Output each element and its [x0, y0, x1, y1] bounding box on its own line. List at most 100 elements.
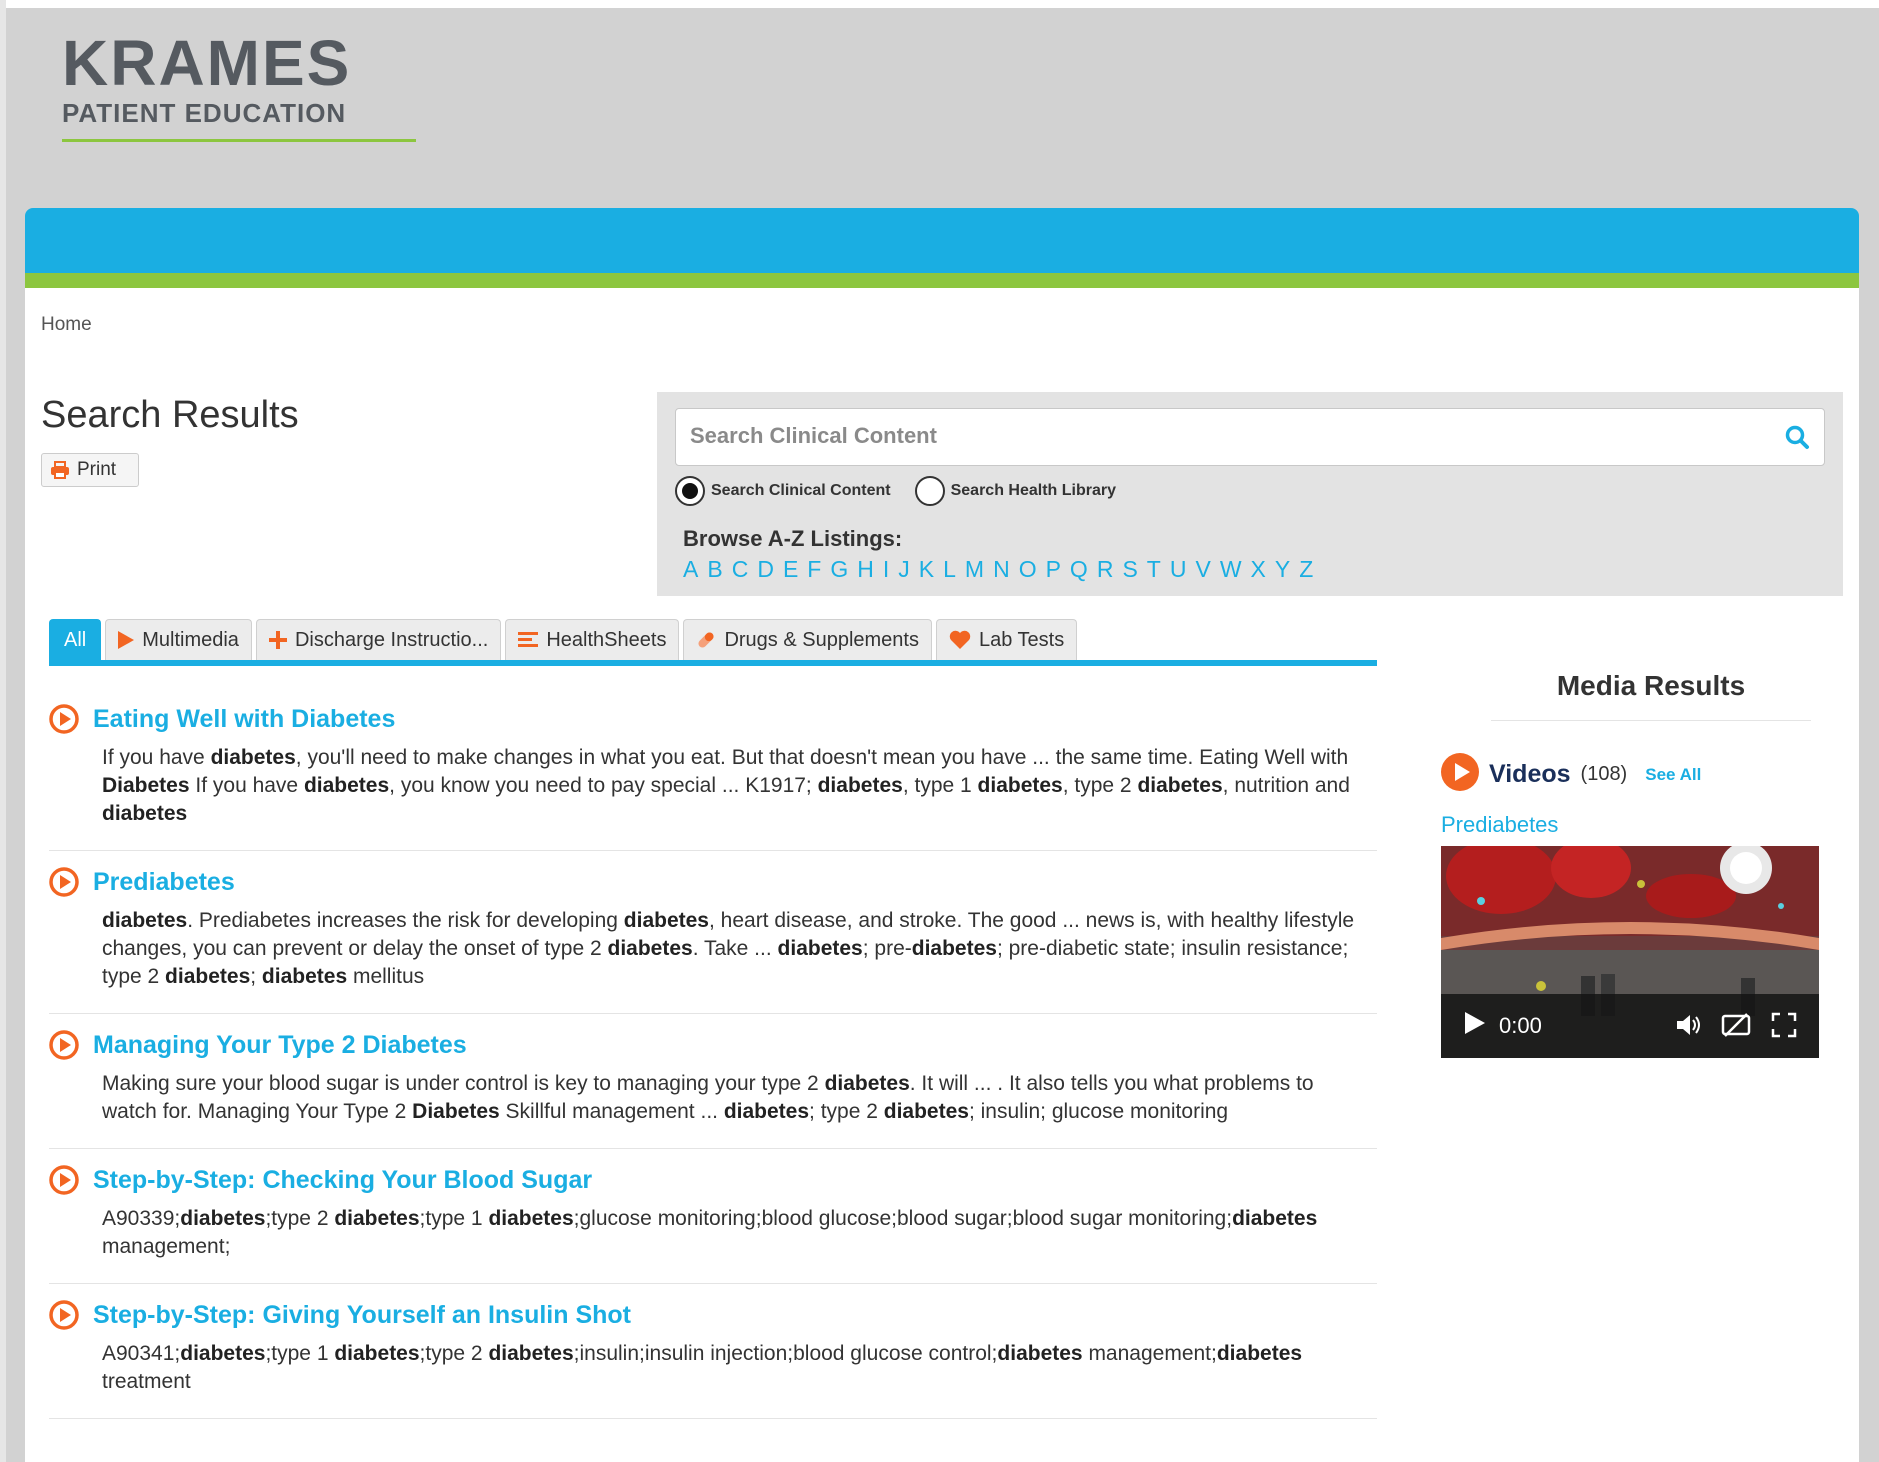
snippet-text: A90341;: [102, 1342, 181, 1365]
snippet-text: ;type 1: [265, 1342, 335, 1365]
videos-count: (108): [1580, 763, 1628, 785]
video-player[interactable]: 0:00: [1441, 846, 1819, 1058]
az-letter-d[interactable]: D: [757, 556, 774, 583]
result-snippet: A90341;diabetes;type 1 diabetes;type 2 d…: [102, 1340, 1364, 1396]
plus-icon: [268, 631, 287, 649]
radio-search-clinical[interactable]: [675, 476, 705, 506]
az-letter-b[interactable]: B: [707, 556, 722, 583]
result-snippet: diabetes. Prediabetes increases the risk…: [102, 907, 1364, 991]
snippet-highlight: diabetes: [1232, 1207, 1318, 1230]
result-header: Prediabetes: [49, 867, 1377, 897]
az-letter-e[interactable]: E: [783, 556, 798, 583]
tab-drugs-supplements[interactable]: Drugs & Supplements: [683, 619, 932, 660]
video-time: 0:00: [1499, 1013, 1542, 1038]
az-letter-l[interactable]: L: [943, 556, 956, 583]
az-letter-k[interactable]: K: [919, 556, 934, 583]
left-strip: [0, 0, 6, 1462]
play-circle-icon[interactable]: [49, 867, 79, 897]
printer-icon: [50, 461, 70, 479]
result-snippet: Making sure your blood sugar is under co…: [102, 1070, 1364, 1126]
krames-logo[interactable]: KRAMES PATIENT EDUCATION: [62, 30, 422, 142]
tab-label: All: [64, 628, 87, 651]
radio-search-clinical-label[interactable]: Search Clinical Content: [711, 482, 891, 500]
print-label: Print: [77, 459, 117, 480]
videos-play-icon: [1441, 753, 1479, 796]
play-circle-icon[interactable]: [49, 1165, 79, 1195]
play-button-icon[interactable]: [1465, 1012, 1485, 1040]
az-letter-g[interactable]: G: [830, 556, 848, 583]
az-letter-v[interactable]: V: [1195, 556, 1210, 583]
az-letter-p[interactable]: P: [1046, 556, 1061, 583]
snippet-text: , nutrition and: [1222, 774, 1350, 797]
media-results: Media Results Videos (108) See All Predi…: [1441, 658, 1831, 1058]
snippet-highlight: diabetes: [102, 909, 188, 932]
az-letter-w[interactable]: W: [1220, 556, 1242, 583]
az-letter-f[interactable]: F: [807, 556, 821, 583]
az-letter-x[interactable]: X: [1251, 556, 1266, 583]
snippet-text: management;: [102, 1235, 231, 1258]
print-button[interactable]: Print: [41, 453, 139, 487]
play-icon: [118, 631, 135, 649]
radio-search-health-label[interactable]: Search Health Library: [951, 482, 1116, 500]
result-title-link[interactable]: Managing Your Type 2 Diabetes: [93, 1031, 467, 1060]
snippet-text: ;insulin;insulin injection;blood glucose…: [573, 1342, 998, 1365]
volume-icon[interactable]: [1675, 1013, 1701, 1043]
az-letter-o[interactable]: O: [1019, 556, 1037, 583]
logo-subtitle: PATIENT EDUCATION: [62, 98, 347, 128]
az-letter-m[interactable]: M: [965, 556, 984, 583]
result-snippet: If you have diabetes , you'll need to mak…: [102, 744, 1364, 828]
video-title-link[interactable]: Prediabetes: [1441, 812, 1831, 838]
tab-label: Drugs & Supplements: [724, 628, 919, 651]
radio-search-health[interactable]: [914, 476, 945, 506]
az-letter-j[interactable]: J: [898, 556, 910, 583]
az-letter-c[interactable]: C: [732, 556, 749, 583]
az-letter-q[interactable]: Q: [1070, 556, 1088, 583]
snippet-text: management;: [1082, 1342, 1217, 1365]
tab-label: Discharge Instructio...: [294, 628, 489, 651]
az-letter-h[interactable]: H: [857, 556, 874, 583]
az-letter-z[interactable]: Z: [1299, 556, 1313, 583]
snippet-highlight: diabetes: [817, 774, 903, 797]
tab-discharge-instructio[interactable]: Discharge Instructio...: [255, 619, 502, 660]
search-scope-options: Search Clinical Content Search Health Li…: [675, 476, 1134, 506]
play-circle-icon[interactable]: [49, 1300, 79, 1330]
play-circle-icon[interactable]: [49, 1030, 79, 1060]
snippet-text: If you have: [189, 774, 304, 797]
az-letter-y[interactable]: Y: [1275, 556, 1290, 583]
fullscreen-icon[interactable]: [1771, 1012, 1797, 1044]
result-title-link[interactable]: Eating Well with Diabetes: [93, 705, 395, 734]
breadcrumb-home[interactable]: Home: [41, 314, 92, 336]
video-controls: 0:00: [1441, 994, 1819, 1058]
az-letter-u[interactable]: U: [1170, 556, 1187, 583]
az-letter-a[interactable]: A: [683, 556, 698, 583]
search-input[interactable]: [676, 409, 1756, 463]
az-letter-n[interactable]: N: [993, 556, 1010, 583]
az-letter-s[interactable]: S: [1122, 556, 1137, 583]
list-icon: [518, 631, 539, 649]
tab-healthsheets[interactable]: HealthSheets: [505, 619, 680, 660]
tab-multimedia[interactable]: Multimedia: [105, 619, 252, 660]
az-letter-r[interactable]: R: [1097, 556, 1114, 583]
snippet-text: If you have: [102, 746, 211, 769]
tab-lab-tests[interactable]: Lab Tests: [935, 619, 1078, 660]
snippet-text: , you'll need to make changes in what yo…: [295, 746, 1349, 769]
result-title-link[interactable]: Prediabetes: [93, 868, 235, 897]
az-letter-t[interactable]: T: [1147, 556, 1161, 583]
result-title-link[interactable]: Step-by-Step: Checking Your Blood Sugar: [93, 1166, 592, 1195]
nav-bar: [25, 208, 1859, 273]
videos-label[interactable]: Videos: [1489, 760, 1571, 789]
az-letter-i[interactable]: I: [883, 556, 889, 583]
play-circle-icon[interactable]: [49, 704, 79, 734]
snippet-highlight: diabetes: [334, 1207, 420, 1230]
snippet-text: ;: [250, 965, 262, 988]
captions-off-icon[interactable]: [1721, 1012, 1751, 1044]
snippet-highlight: diabetes: [1137, 774, 1223, 797]
see-all-link[interactable]: See All: [1645, 765, 1701, 785]
tab-all[interactable]: All: [49, 619, 102, 660]
result-item: Step-by-Step: Giving Yourself an Insulin…: [49, 1284, 1377, 1419]
result-title-link[interactable]: Step-by-Step: Giving Yourself an Insulin…: [93, 1301, 631, 1330]
search-icon[interactable]: [1784, 424, 1810, 450]
result-header: Managing Your Type 2 Diabetes: [49, 1030, 1377, 1060]
snippet-highlight: diabetes: [488, 1342, 574, 1365]
snippet-highlight: diabetes: [977, 774, 1063, 797]
